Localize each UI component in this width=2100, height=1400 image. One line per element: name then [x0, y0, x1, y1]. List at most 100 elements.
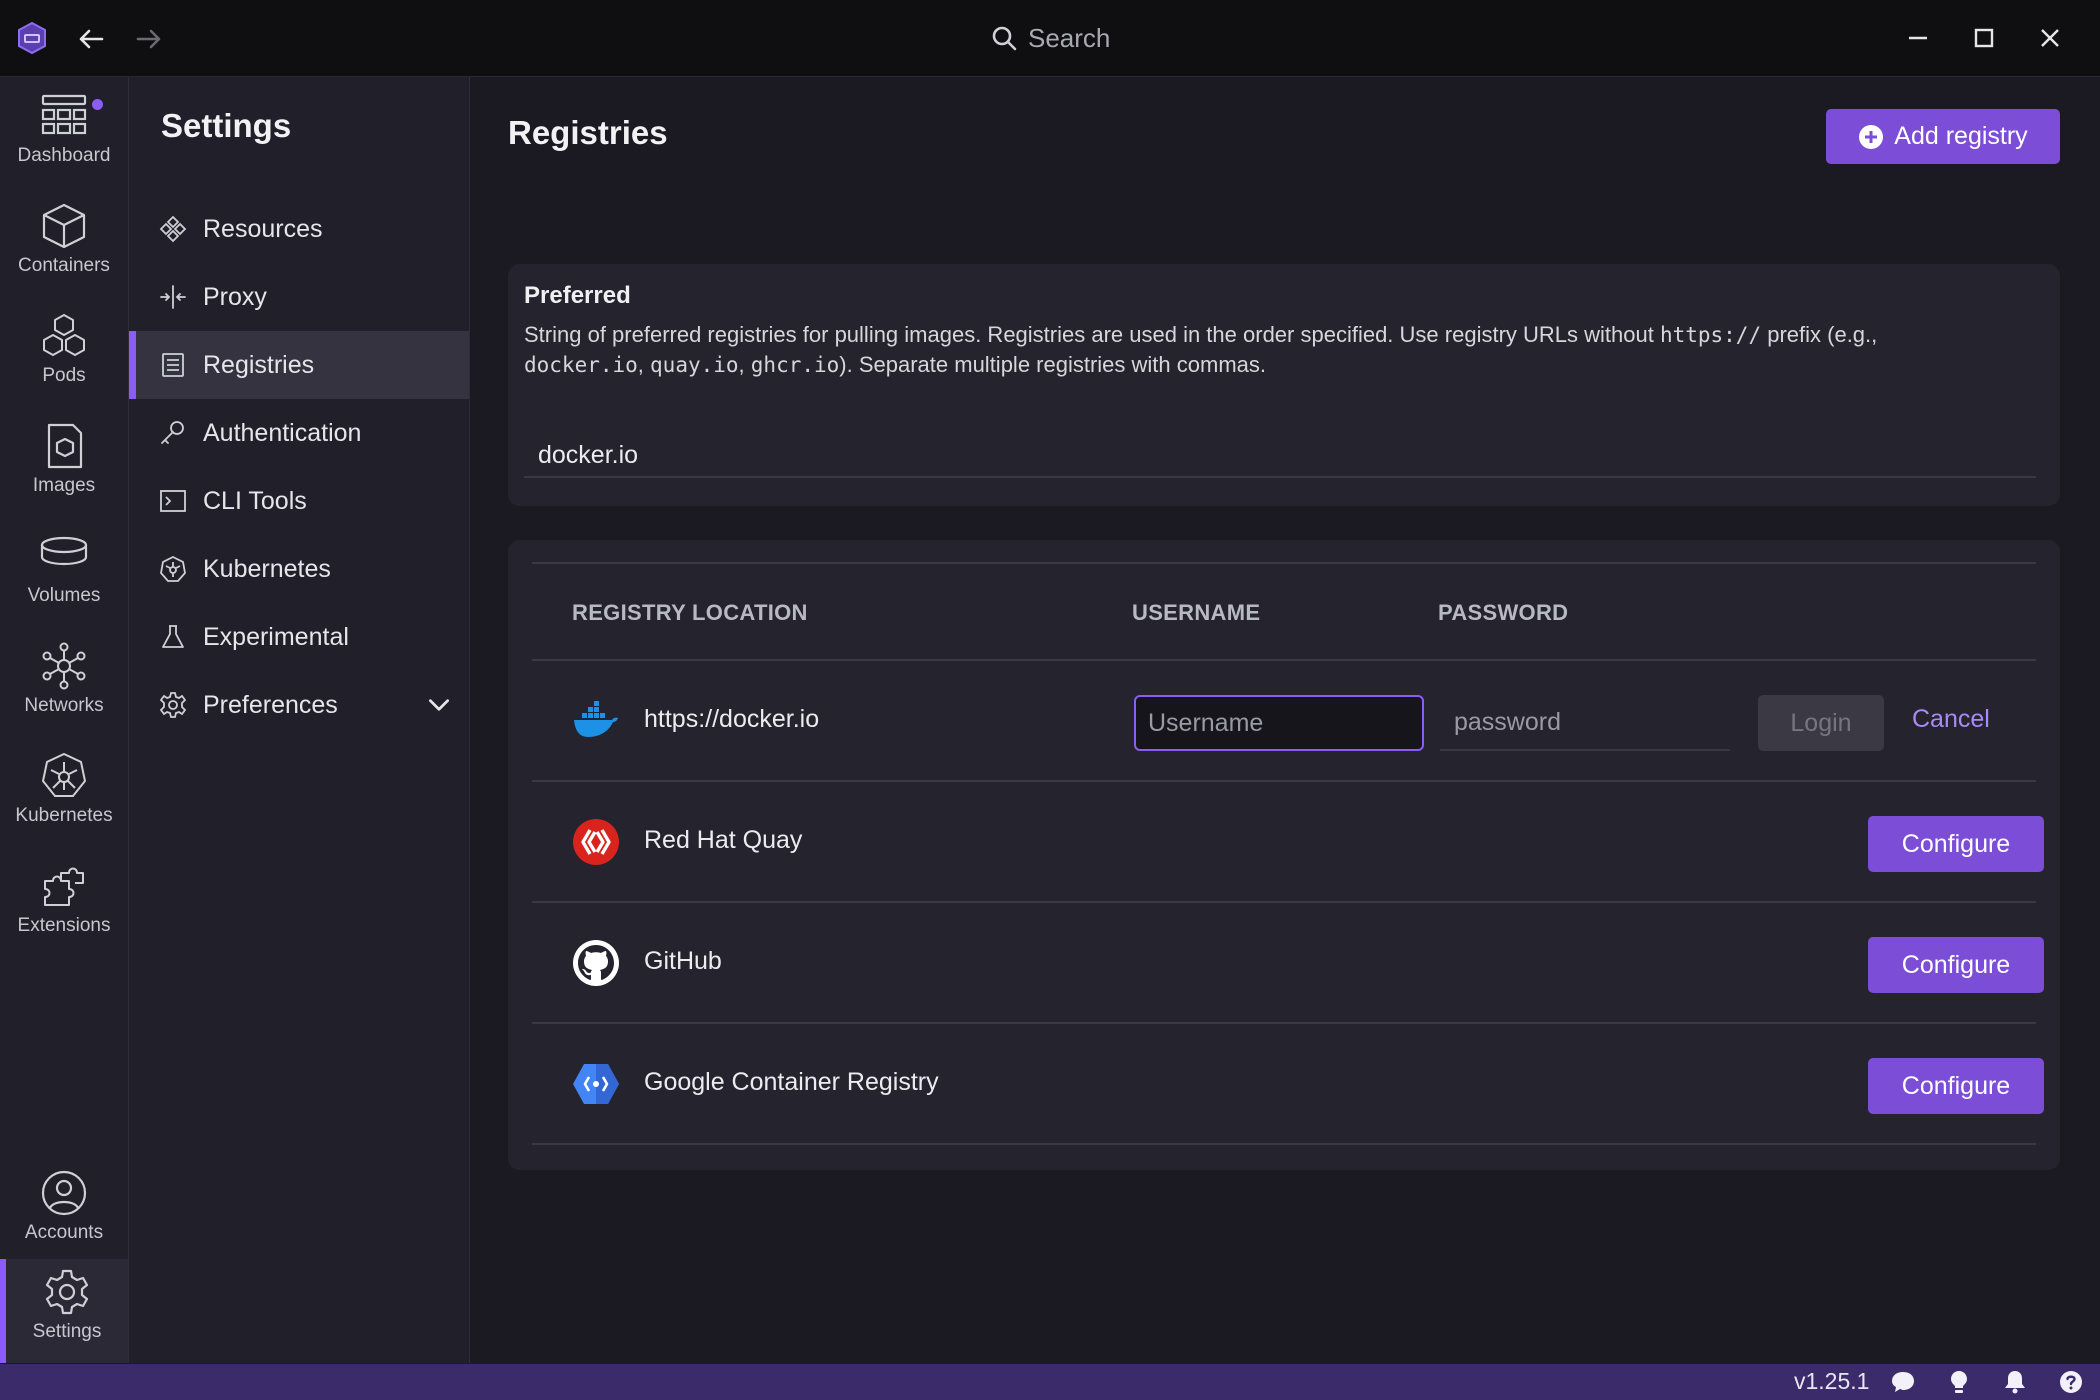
title-bar: Search [0, 0, 2100, 77]
docker-icon [574, 701, 618, 737]
desc-code: ghcr.io [750, 353, 840, 377]
notification-dot [92, 99, 103, 110]
key-icon [161, 421, 184, 444]
minimize-button[interactable] [1898, 18, 1938, 58]
search-bar[interactable]: Search [990, 20, 1110, 56]
nav-pods[interactable]: Pods [0, 303, 128, 407]
nav-dashboard[interactable]: Dashboard [0, 83, 128, 187]
sidebar-label-experimental: Experimental [203, 622, 349, 651]
registry-location: Google Container Registry [644, 1068, 939, 1096]
help-icon[interactable] [2058, 1369, 2084, 1395]
red-hat-quay-icon [573, 819, 619, 865]
sidebar-item-preferences[interactable]: Preferences [129, 671, 469, 739]
nav-images[interactable]: Images [0, 413, 128, 517]
registry-location: Red Hat Quay [644, 826, 803, 854]
desc-text: ). Separate multiple registries with com… [839, 352, 1266, 377]
add-registry-button[interactable]: Add registry [1826, 109, 2060, 164]
registries-table: REGISTRY LOCATION USERNAME PASSWORD http… [508, 540, 2060, 1170]
forward-arrow-icon[interactable] [132, 22, 166, 56]
sidebar-item-cli-tools[interactable]: CLI Tools [129, 467, 469, 535]
lightbulb-icon[interactable] [1946, 1369, 1972, 1395]
google-container-registry-icon [573, 1064, 619, 1104]
dashboard-icon [41, 94, 87, 135]
username-input[interactable] [1134, 695, 1424, 751]
maximize-icon [1974, 28, 1994, 48]
column-header-password: PASSWORD [1438, 600, 1569, 625]
cancel-link[interactable]: Cancel [1912, 705, 1990, 734]
sidebar-label-proxy: Proxy [203, 282, 267, 311]
sidebar-item-kubernetes[interactable]: Kubernetes [129, 535, 469, 603]
desc-text: String of preferred registries for pulli… [524, 322, 1660, 347]
chat-bubble-icon[interactable] [1890, 1369, 1916, 1395]
app-logo-icon [14, 20, 50, 56]
table-top-divider [532, 562, 2036, 564]
images-icon [47, 423, 83, 469]
sidebar-label-resources: Resources [203, 214, 323, 243]
nav-extensions-label: Extensions [17, 915, 111, 936]
add-registry-label: Add registry [1894, 122, 2028, 150]
nav-rail: Dashboard Containers Pods Images Volumes… [0, 77, 129, 1363]
networks-icon [42, 642, 86, 690]
settings-gear-icon [45, 1269, 89, 1315]
nav-containers[interactable]: Containers [0, 193, 128, 297]
nav-extensions[interactable]: Extensions [0, 853, 128, 957]
extensions-icon [44, 867, 84, 906]
nav-volumes[interactable]: Volumes [0, 523, 128, 627]
desc-text: prefix (e.g., [1761, 322, 1878, 347]
sidebar-label-registries: Registries [203, 350, 315, 379]
nav-pods-label: Pods [42, 365, 86, 386]
registry-location: https://docker.io [644, 705, 820, 733]
resources-icon [159, 215, 187, 243]
registry-location: GitHub [644, 947, 722, 975]
sidebar-label-cli-tools: CLI Tools [203, 486, 307, 515]
sidebar-label-preferences: Preferences [203, 690, 338, 719]
preferred-registries-input[interactable] [524, 434, 2036, 478]
close-button[interactable] [2030, 18, 2070, 58]
search-icon [992, 26, 1017, 51]
terminal-icon [160, 490, 186, 512]
nav-volumes-label: Volumes [27, 585, 101, 606]
nav-kubernetes[interactable]: Kubernetes [0, 743, 128, 847]
nav-settings-label: Settings [32, 1321, 102, 1342]
back-arrow-icon[interactable] [74, 22, 108, 56]
configure-button[interactable]: Configure [1868, 816, 2044, 872]
sidebar-item-resources[interactable]: Resources [129, 195, 469, 263]
sidebar-item-authentication[interactable]: Authentication [129, 399, 469, 467]
desc-code: https:// [1659, 323, 1762, 347]
sidebar-item-registries[interactable]: Registries [129, 331, 469, 399]
preferred-registries-panel: Preferred String of preferred registries… [508, 264, 2060, 506]
bell-icon[interactable] [2002, 1369, 2028, 1395]
pods-icon [43, 314, 85, 356]
status-bar: v1.25.1 [0, 1364, 2100, 1400]
nav-settings[interactable]: Settings [0, 1259, 128, 1363]
nav-networks[interactable]: Networks [0, 633, 128, 737]
close-icon [2041, 29, 2059, 47]
desc-code: docker.io [524, 353, 638, 377]
maximize-button[interactable] [1964, 18, 2004, 58]
chevron-down-icon[interactable] [425, 691, 453, 719]
login-button[interactable]: Login [1758, 695, 1884, 751]
desc-text: , [738, 352, 751, 377]
search-label: Search [1028, 22, 1111, 53]
proxy-icon [160, 285, 186, 309]
settings-sidebar: Settings Resources Proxy Registries Auth… [129, 77, 470, 1363]
page-title: Registries [508, 114, 668, 151]
registries-icon [162, 353, 184, 377]
configure-button[interactable]: Configure [1868, 937, 2044, 993]
password-input[interactable] [1440, 695, 1730, 751]
nav-dashboard-label: Dashboard [17, 145, 111, 166]
github-icon [573, 940, 619, 986]
minimize-icon [1909, 36, 1927, 40]
nav-kubernetes-label: Kubernetes [15, 805, 113, 826]
settings-title: Settings [161, 107, 292, 144]
nav-images-label: Images [32, 475, 96, 496]
column-header-username: USERNAME [1132, 600, 1261, 625]
sidebar-item-proxy[interactable]: Proxy [129, 263, 469, 331]
table-row: Google Container Registry Configure [532, 1024, 2044, 1144]
nav-accounts[interactable]: Accounts [0, 1160, 128, 1264]
table-row: Red Hat Quay Configure [532, 782, 2044, 902]
configure-button[interactable]: Configure [1868, 1058, 2044, 1114]
sidebar-item-experimental[interactable]: Experimental [129, 603, 469, 671]
kubernetes-icon [41, 752, 87, 797]
sidebar-label-kubernetes: Kubernetes [203, 554, 331, 583]
